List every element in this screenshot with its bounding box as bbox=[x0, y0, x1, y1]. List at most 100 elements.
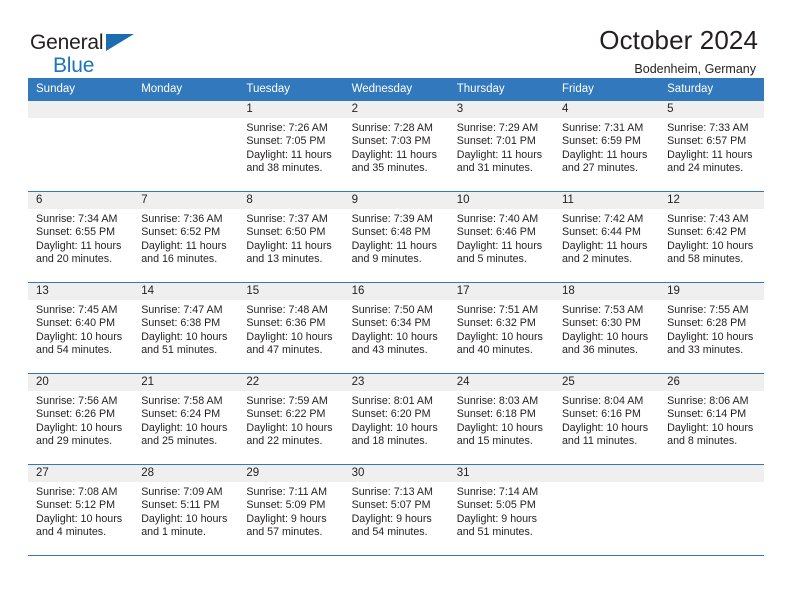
day-cell[interactable]: 12 Sunrise: 7:43 AM Sunset: 6:42 PM Dayl… bbox=[659, 191, 765, 283]
daylight-text-line1: Daylight: 10 hours bbox=[36, 512, 123, 525]
day-cell[interactable]: 1 Sunrise: 7:26 AM Sunset: 7:05 PM Dayli… bbox=[238, 100, 344, 192]
day-number: 20 bbox=[28, 373, 134, 391]
daylight-text-line1: Daylight: 10 hours bbox=[667, 330, 754, 343]
day-cell[interactable]: 9 Sunrise: 7:39 AM Sunset: 6:48 PM Dayli… bbox=[343, 191, 449, 283]
day-number: 14 bbox=[133, 282, 239, 300]
weekday-header-friday: Friday bbox=[553, 78, 660, 101]
day-cell[interactable]: 6 Sunrise: 7:34 AM Sunset: 6:55 PM Dayli… bbox=[28, 191, 134, 283]
sunrise-text: Sunrise: 7:33 AM bbox=[667, 121, 749, 134]
day-cell[interactable]: 10 Sunrise: 7:40 AM Sunset: 6:46 PM Dayl… bbox=[448, 191, 554, 283]
day-cell[interactable]: 22 Sunrise: 7:59 AM Sunset: 6:22 PM Dayl… bbox=[238, 373, 344, 465]
daylight-text-line2: and 43 minutes. bbox=[351, 344, 428, 357]
day-cell[interactable]: 16 Sunrise: 7:50 AM Sunset: 6:34 PM Dayl… bbox=[343, 282, 449, 374]
day-cell[interactable]: 27 Sunrise: 7:08 AM Sunset: 5:12 PM Dayl… bbox=[28, 464, 134, 556]
sunset-text: Sunset: 6:18 PM bbox=[456, 408, 536, 421]
sunset-text: Sunset: 6:36 PM bbox=[246, 317, 326, 330]
day-cell[interactable]: 3 Sunrise: 7:29 AM Sunset: 7:01 PM Dayli… bbox=[448, 100, 554, 192]
day-cell[interactable]: 26 Sunrise: 8:06 AM Sunset: 6:14 PM Dayl… bbox=[659, 373, 765, 465]
day-cell[interactable]: 14 Sunrise: 7:47 AM Sunset: 6:38 PM Dayl… bbox=[133, 282, 239, 374]
day-cell[interactable]: 15 Sunrise: 7:48 AM Sunset: 6:36 PM Dayl… bbox=[238, 282, 344, 374]
general-blue-logo[interactable]: General Blue bbox=[30, 26, 150, 76]
daylight-text-line2: and 54 minutes. bbox=[351, 526, 428, 539]
day-number bbox=[133, 100, 239, 118]
day-cell[interactable]: 23 Sunrise: 8:01 AM Sunset: 6:20 PM Dayl… bbox=[343, 373, 449, 465]
day-number: 18 bbox=[553, 282, 660, 300]
daylight-text-line2: and 35 minutes. bbox=[351, 162, 428, 175]
sunset-text: Sunset: 5:09 PM bbox=[246, 499, 326, 512]
day-number bbox=[28, 100, 134, 118]
day-cell[interactable]: 30 Sunrise: 7:13 AM Sunset: 5:07 PM Dayl… bbox=[343, 464, 449, 556]
daylight-text-line1: Daylight: 9 hours bbox=[456, 512, 537, 525]
sunset-text: Sunset: 6:16 PM bbox=[561, 408, 641, 421]
calendar-body: 1 Sunrise: 7:26 AM Sunset: 7:05 PM Dayli… bbox=[28, 100, 765, 556]
day-number: 16 bbox=[343, 282, 449, 300]
sunrise-text: Sunrise: 8:03 AM bbox=[456, 394, 539, 407]
sunrise-text: Sunrise: 8:04 AM bbox=[561, 394, 644, 407]
daylight-text-line2: and 58 minutes. bbox=[667, 253, 744, 266]
sunset-text: Sunset: 6:48 PM bbox=[351, 226, 431, 239]
sunset-text: Sunset: 6:52 PM bbox=[141, 226, 221, 239]
sunrise-text: Sunrise: 7:09 AM bbox=[141, 485, 223, 498]
sunset-text: Sunset: 6:38 PM bbox=[141, 317, 221, 330]
sunset-text: Sunset: 6:44 PM bbox=[561, 226, 641, 239]
day-cell[interactable]: 25 Sunrise: 8:04 AM Sunset: 6:16 PM Dayl… bbox=[553, 373, 660, 465]
daylight-text-line2: and 11 minutes. bbox=[561, 435, 638, 448]
daylight-text-line1: Daylight: 11 hours bbox=[246, 239, 332, 252]
day-cell-empty bbox=[133, 100, 239, 192]
day-details: Sunrise: 8:04 AM Sunset: 6:16 PM Dayligh… bbox=[554, 391, 659, 449]
sunrise-text: Sunrise: 7:58 AM bbox=[141, 394, 223, 407]
day-number: 23 bbox=[343, 373, 449, 391]
day-number: 28 bbox=[133, 464, 239, 482]
sunrise-text: Sunrise: 7:42 AM bbox=[561, 212, 644, 225]
daylight-text-line2: and 29 minutes. bbox=[36, 435, 113, 448]
day-cell[interactable]: 2 Sunrise: 7:28 AM Sunset: 7:03 PM Dayli… bbox=[343, 100, 449, 192]
day-cell[interactable]: 29 Sunrise: 7:11 AM Sunset: 5:09 PM Dayl… bbox=[238, 464, 344, 556]
day-cell[interactable]: 21 Sunrise: 7:58 AM Sunset: 6:24 PM Dayl… bbox=[133, 373, 239, 465]
sunrise-text: Sunrise: 7:08 AM bbox=[36, 485, 118, 498]
page-subtitle: Bodenheim, Germany bbox=[634, 61, 756, 76]
sunset-text: Sunset: 6:55 PM bbox=[36, 226, 116, 239]
day-cell[interactable]: 8 Sunrise: 7:37 AM Sunset: 6:50 PM Dayli… bbox=[238, 191, 344, 283]
sunset-text: Sunset: 6:30 PM bbox=[561, 317, 641, 330]
day-number: 22 bbox=[238, 373, 344, 391]
day-cell-empty bbox=[553, 464, 660, 556]
daylight-text-line2: and 15 minutes. bbox=[456, 435, 533, 448]
day-details: Sunrise: 8:06 AM Sunset: 6:14 PM Dayligh… bbox=[659, 391, 764, 449]
daylight-text-line1: Daylight: 11 hours bbox=[246, 148, 332, 161]
day-details: Sunrise: 7:13 AM Sunset: 5:07 PM Dayligh… bbox=[344, 482, 449, 540]
sunset-text: Sunset: 6:46 PM bbox=[456, 226, 536, 239]
daylight-text-line1: Daylight: 9 hours bbox=[351, 512, 432, 525]
day-cell[interactable]: 28 Sunrise: 7:09 AM Sunset: 5:11 PM Dayl… bbox=[133, 464, 239, 556]
day-cell[interactable]: 24 Sunrise: 8:03 AM Sunset: 6:18 PM Dayl… bbox=[448, 373, 554, 465]
day-cell[interactable]: 4 Sunrise: 7:31 AM Sunset: 6:59 PM Dayli… bbox=[553, 100, 660, 192]
day-number: 26 bbox=[659, 373, 765, 391]
day-cell[interactable]: 5 Sunrise: 7:33 AM Sunset: 6:57 PM Dayli… bbox=[659, 100, 765, 192]
day-cell[interactable]: 19 Sunrise: 7:55 AM Sunset: 6:28 PM Dayl… bbox=[659, 282, 765, 374]
day-cell[interactable]: 18 Sunrise: 7:53 AM Sunset: 6:30 PM Dayl… bbox=[553, 282, 660, 374]
sunrise-text: Sunrise: 7:37 AM bbox=[246, 212, 328, 225]
daylight-text-line1: Daylight: 10 hours bbox=[246, 421, 333, 434]
sunrise-text: Sunrise: 7:29 AM bbox=[456, 121, 539, 134]
sunset-text: Sunset: 6:22 PM bbox=[246, 408, 326, 421]
day-number: 25 bbox=[553, 373, 660, 391]
sunrise-text: Sunrise: 7:56 AM bbox=[36, 394, 118, 407]
day-cell[interactable]: 31 Sunrise: 7:14 AM Sunset: 5:05 PM Dayl… bbox=[448, 464, 554, 556]
daylight-text-line2: and 22 minutes. bbox=[246, 435, 323, 448]
day-cell-empty bbox=[28, 100, 134, 192]
day-cell[interactable]: 17 Sunrise: 7:51 AM Sunset: 6:32 PM Dayl… bbox=[448, 282, 554, 374]
logo-text-blue: Blue bbox=[53, 54, 95, 77]
day-cell[interactable]: 20 Sunrise: 7:56 AM Sunset: 6:26 PM Dayl… bbox=[28, 373, 134, 465]
day-cell[interactable]: 7 Sunrise: 7:36 AM Sunset: 6:52 PM Dayli… bbox=[133, 191, 239, 283]
daylight-text-line2: and 51 minutes. bbox=[141, 344, 218, 357]
sunrise-text: Sunrise: 7:13 AM bbox=[351, 485, 433, 498]
daylight-text-line1: Daylight: 11 hours bbox=[36, 239, 122, 252]
day-cell[interactable]: 11 Sunrise: 7:42 AM Sunset: 6:44 PM Dayl… bbox=[553, 191, 660, 283]
sunrise-text: Sunrise: 7:48 AM bbox=[246, 303, 328, 316]
daylight-text-line2: and 36 minutes. bbox=[561, 344, 638, 357]
day-number: 12 bbox=[659, 191, 765, 209]
day-details: Sunrise: 7:39 AM Sunset: 6:48 PM Dayligh… bbox=[344, 209, 449, 267]
day-number bbox=[659, 464, 765, 482]
sunset-text: Sunset: 5:11 PM bbox=[141, 499, 220, 512]
day-details: Sunrise: 7:28 AM Sunset: 7:03 PM Dayligh… bbox=[344, 118, 449, 176]
day-cell[interactable]: 13 Sunrise: 7:45 AM Sunset: 6:40 PM Dayl… bbox=[28, 282, 134, 374]
